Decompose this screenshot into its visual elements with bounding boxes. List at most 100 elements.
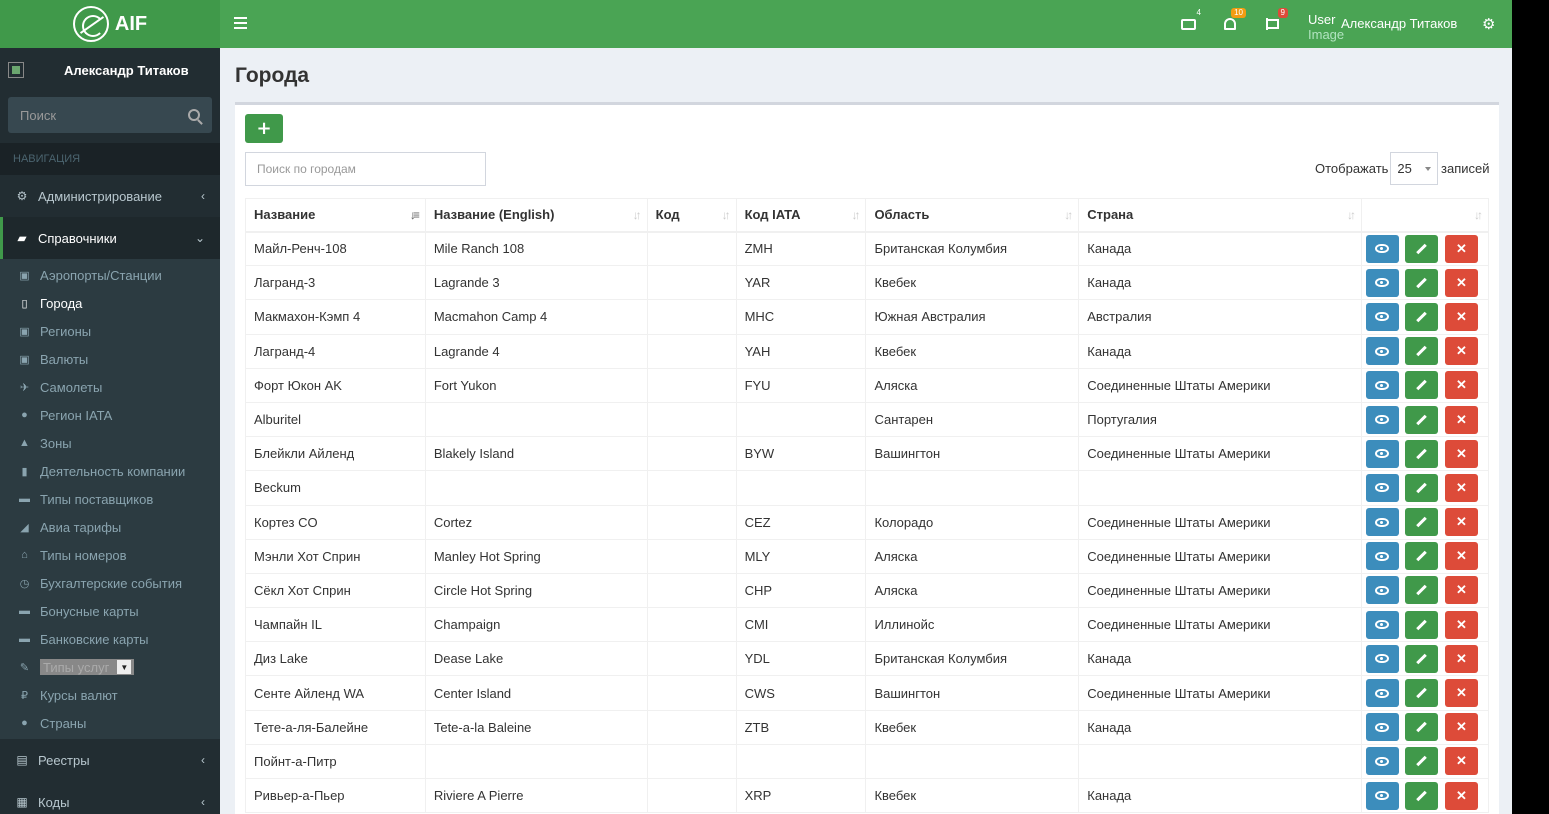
edit-button[interactable]	[1404, 234, 1438, 263]
pencil-icon	[1416, 721, 1427, 733]
edit-button[interactable]	[1404, 371, 1438, 400]
view-button[interactable]	[1365, 473, 1399, 502]
delete-button[interactable]: ✕	[1444, 302, 1478, 331]
edit-button[interactable]	[1404, 644, 1438, 673]
header-user-name[interactable]: Александр Титаков	[1341, 16, 1457, 31]
delete-button[interactable]: ✕	[1444, 473, 1478, 502]
edit-button[interactable]	[1404, 439, 1438, 468]
sidebar-subitem[interactable]: ● Регион IATA	[0, 401, 220, 429]
delete-button[interactable]: ✕	[1444, 337, 1478, 366]
sidebar-item-references[interactable]: ▰ Справочники ⌄	[0, 217, 220, 259]
delete-button[interactable]: ✕	[1444, 679, 1478, 708]
delete-button[interactable]: ✕	[1444, 610, 1478, 639]
view-button[interactable]	[1365, 542, 1399, 571]
globe-icon: ●	[21, 717, 28, 729]
sidebar-item-codes[interactable]: ▦ Коды ‹	[0, 781, 220, 814]
search-icon[interactable]	[188, 109, 200, 121]
mail-button[interactable]: 4	[1180, 8, 1201, 32]
edit-button[interactable]	[1404, 337, 1438, 366]
delete-button[interactable]: ✕	[1444, 268, 1478, 297]
sidebar-subitem[interactable]: ₽ Курсы валют	[0, 681, 220, 709]
column-header-name-en[interactable]: Название (English) ↓↑	[424, 198, 648, 233]
sidebar-subitem[interactable]: ▣ Регионы	[0, 317, 220, 345]
column-header-actions[interactable]: ↓↑	[1360, 198, 1490, 233]
sidebar-subitem-label: Типы номеров	[40, 547, 127, 563]
sidebar-subitem[interactable]: ▣ Аэропорты/Станции	[0, 261, 220, 289]
edit-button[interactable]	[1404, 473, 1438, 502]
sidebar-subitem[interactable]: ◢ Авиа тарифы	[0, 513, 220, 541]
edit-button[interactable]	[1404, 542, 1438, 571]
sidebar-subitem-label: Авиа тарифы	[40, 519, 122, 535]
edit-button[interactable]	[1404, 508, 1438, 537]
pencil-icon	[1416, 243, 1427, 255]
tasks-button[interactable]: 9	[1264, 8, 1288, 32]
table-cell: Circle Hot Spring	[424, 572, 648, 609]
delete-button[interactable]: ✕	[1444, 508, 1478, 537]
delete-button[interactable]: ✕	[1444, 713, 1478, 742]
city-search-input[interactable]	[245, 152, 486, 186]
sidebar-subitem[interactable]: ▬ Банковские карты	[0, 625, 220, 653]
delete-button[interactable]: ✕	[1444, 405, 1478, 434]
column-header-country[interactable]: Страна ↓↑	[1078, 198, 1362, 233]
delete-button[interactable]: ✕	[1444, 371, 1478, 400]
view-button[interactable]	[1365, 679, 1399, 708]
sidebar-search-input[interactable]	[20, 107, 170, 123]
sidebar-subitem[interactable]: ▬ Типы поставщиков	[0, 485, 220, 513]
view-button[interactable]	[1365, 576, 1399, 605]
view-button[interactable]	[1365, 337, 1399, 366]
edit-button[interactable]	[1404, 610, 1438, 639]
view-button[interactable]	[1365, 405, 1399, 434]
view-button[interactable]	[1365, 302, 1399, 331]
view-button[interactable]	[1365, 234, 1399, 263]
sidebar-item-administration[interactable]: ⚙ Администрирование ‹	[0, 175, 220, 217]
delete-button[interactable]: ✕	[1444, 576, 1478, 605]
view-button[interactable]	[1365, 781, 1399, 810]
edit-button[interactable]	[1404, 302, 1438, 331]
sidebar-subitem[interactable]: ▯ Города	[0, 289, 220, 317]
view-button[interactable]	[1365, 508, 1399, 537]
delete-button[interactable]: ✕	[1444, 747, 1478, 776]
delete-button[interactable]: ✕	[1444, 234, 1478, 263]
edit-button[interactable]	[1404, 405, 1438, 434]
notifications-button[interactable]: 10	[1222, 8, 1246, 32]
sidebar-subitem[interactable]: ⌂ Типы номеров	[0, 541, 220, 569]
view-button[interactable]	[1365, 644, 1399, 673]
pencil-icon	[1416, 414, 1427, 425]
edit-button[interactable]	[1404, 268, 1438, 297]
view-button[interactable]	[1365, 713, 1399, 742]
gears-icon[interactable]: ⚙	[1482, 15, 1495, 33]
view-button[interactable]	[1365, 371, 1399, 400]
view-button[interactable]	[1365, 439, 1399, 468]
column-header-region[interactable]: Область ↓↑	[865, 198, 1080, 233]
sidebar-subitem[interactable]: ▣ Валюты	[0, 345, 220, 373]
edit-button[interactable]	[1404, 781, 1438, 810]
column-header-code[interactable]: Код ↓↑	[646, 198, 737, 233]
service-types-select[interactable]: Типы услуг ▼	[40, 659, 135, 675]
add-city-button[interactable]: +	[245, 114, 283, 143]
table-cell: Соединенные Штаты Америки	[1078, 607, 1362, 643]
sidebar-subitem[interactable]: ● Страны	[0, 709, 220, 737]
edit-button[interactable]	[1404, 576, 1438, 605]
sidebar-subitem[interactable]: ✈ Самолеты	[0, 373, 220, 401]
view-button[interactable]	[1365, 268, 1399, 297]
edit-button[interactable]	[1404, 679, 1438, 708]
view-button[interactable]	[1365, 610, 1399, 639]
edit-button[interactable]	[1404, 713, 1438, 742]
menu-toggle-icon[interactable]	[234, 17, 247, 29]
edit-button[interactable]	[1404, 747, 1438, 776]
delete-button[interactable]: ✕	[1444, 439, 1478, 468]
delete-button[interactable]: ✕	[1444, 542, 1478, 571]
column-header-iata[interactable]: Код IATA ↓↑	[735, 198, 867, 233]
column-header-name[interactable]: Название ↓≡	[245, 198, 426, 233]
page-size-select[interactable]: 25	[1390, 152, 1438, 185]
view-button[interactable]	[1365, 747, 1399, 776]
sidebar-subitem[interactable]: ▬ Бонусные карты	[0, 597, 220, 625]
sidebar-subitem[interactable]: ▲ Зоны	[0, 429, 220, 457]
delete-button[interactable]: ✕	[1444, 781, 1478, 810]
sidebar-subitem[interactable]: ◷ Бухгалтерские события	[0, 569, 220, 597]
sidebar-subitem[interactable]: ▮ Деятельность компании	[0, 457, 220, 485]
sidebar-subitem[interactable]: ✎ Типы услуг ▼	[0, 653, 220, 681]
sidebar-item-registries[interactable]: ▤ Реестры ‹	[0, 739, 220, 781]
delete-button[interactable]: ✕	[1444, 644, 1478, 673]
logo[interactable]: AIF	[0, 0, 220, 48]
